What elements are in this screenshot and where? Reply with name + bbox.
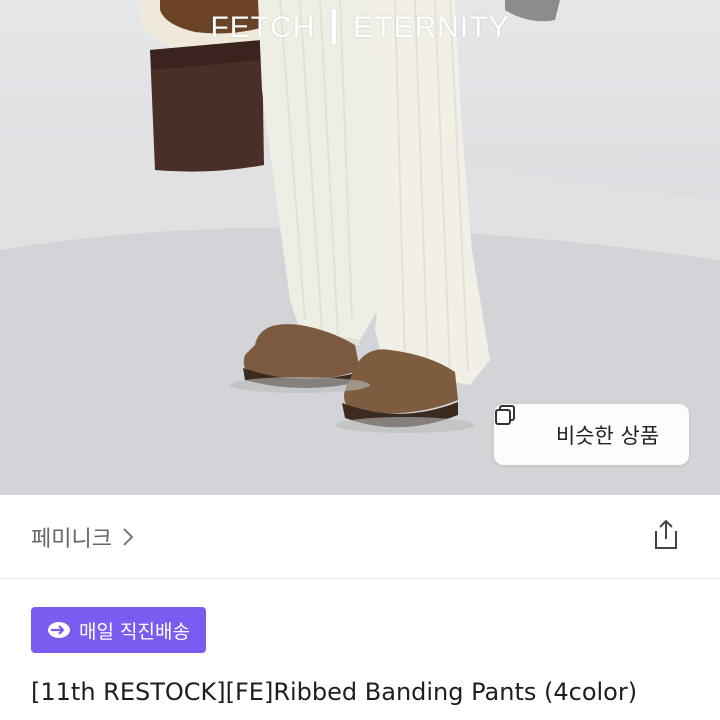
shop-link[interactable]: 페미니크 <box>31 521 134 553</box>
delivery-badge-label: 매일 직진배송 <box>79 620 190 643</box>
chevron-right-icon <box>122 527 134 547</box>
arrow-delivery-icon <box>47 621 71 639</box>
copy-icon <box>495 405 546 446</box>
brand-watermark: FETCH ┃ ETERNITY <box>210 11 510 44</box>
product-title: [11th RESTOCK][FE]Ribbed Banding Pants (… <box>31 678 638 706</box>
similar-products-label: 비슷한 상품 <box>555 423 660 448</box>
share-icon[interactable] <box>648 517 684 553</box>
similar-products-button[interactable]: 비슷한 상품 <box>494 404 689 465</box>
shop-name-label: 페미니크 <box>31 527 112 552</box>
delivery-badge: 매일 직진배송 <box>31 607 206 653</box>
shop-row: 페미니크 <box>0 495 720 579</box>
product-image[interactable]: FETCH ┃ ETERNITY 비슷한 상품 <box>0 0 720 495</box>
